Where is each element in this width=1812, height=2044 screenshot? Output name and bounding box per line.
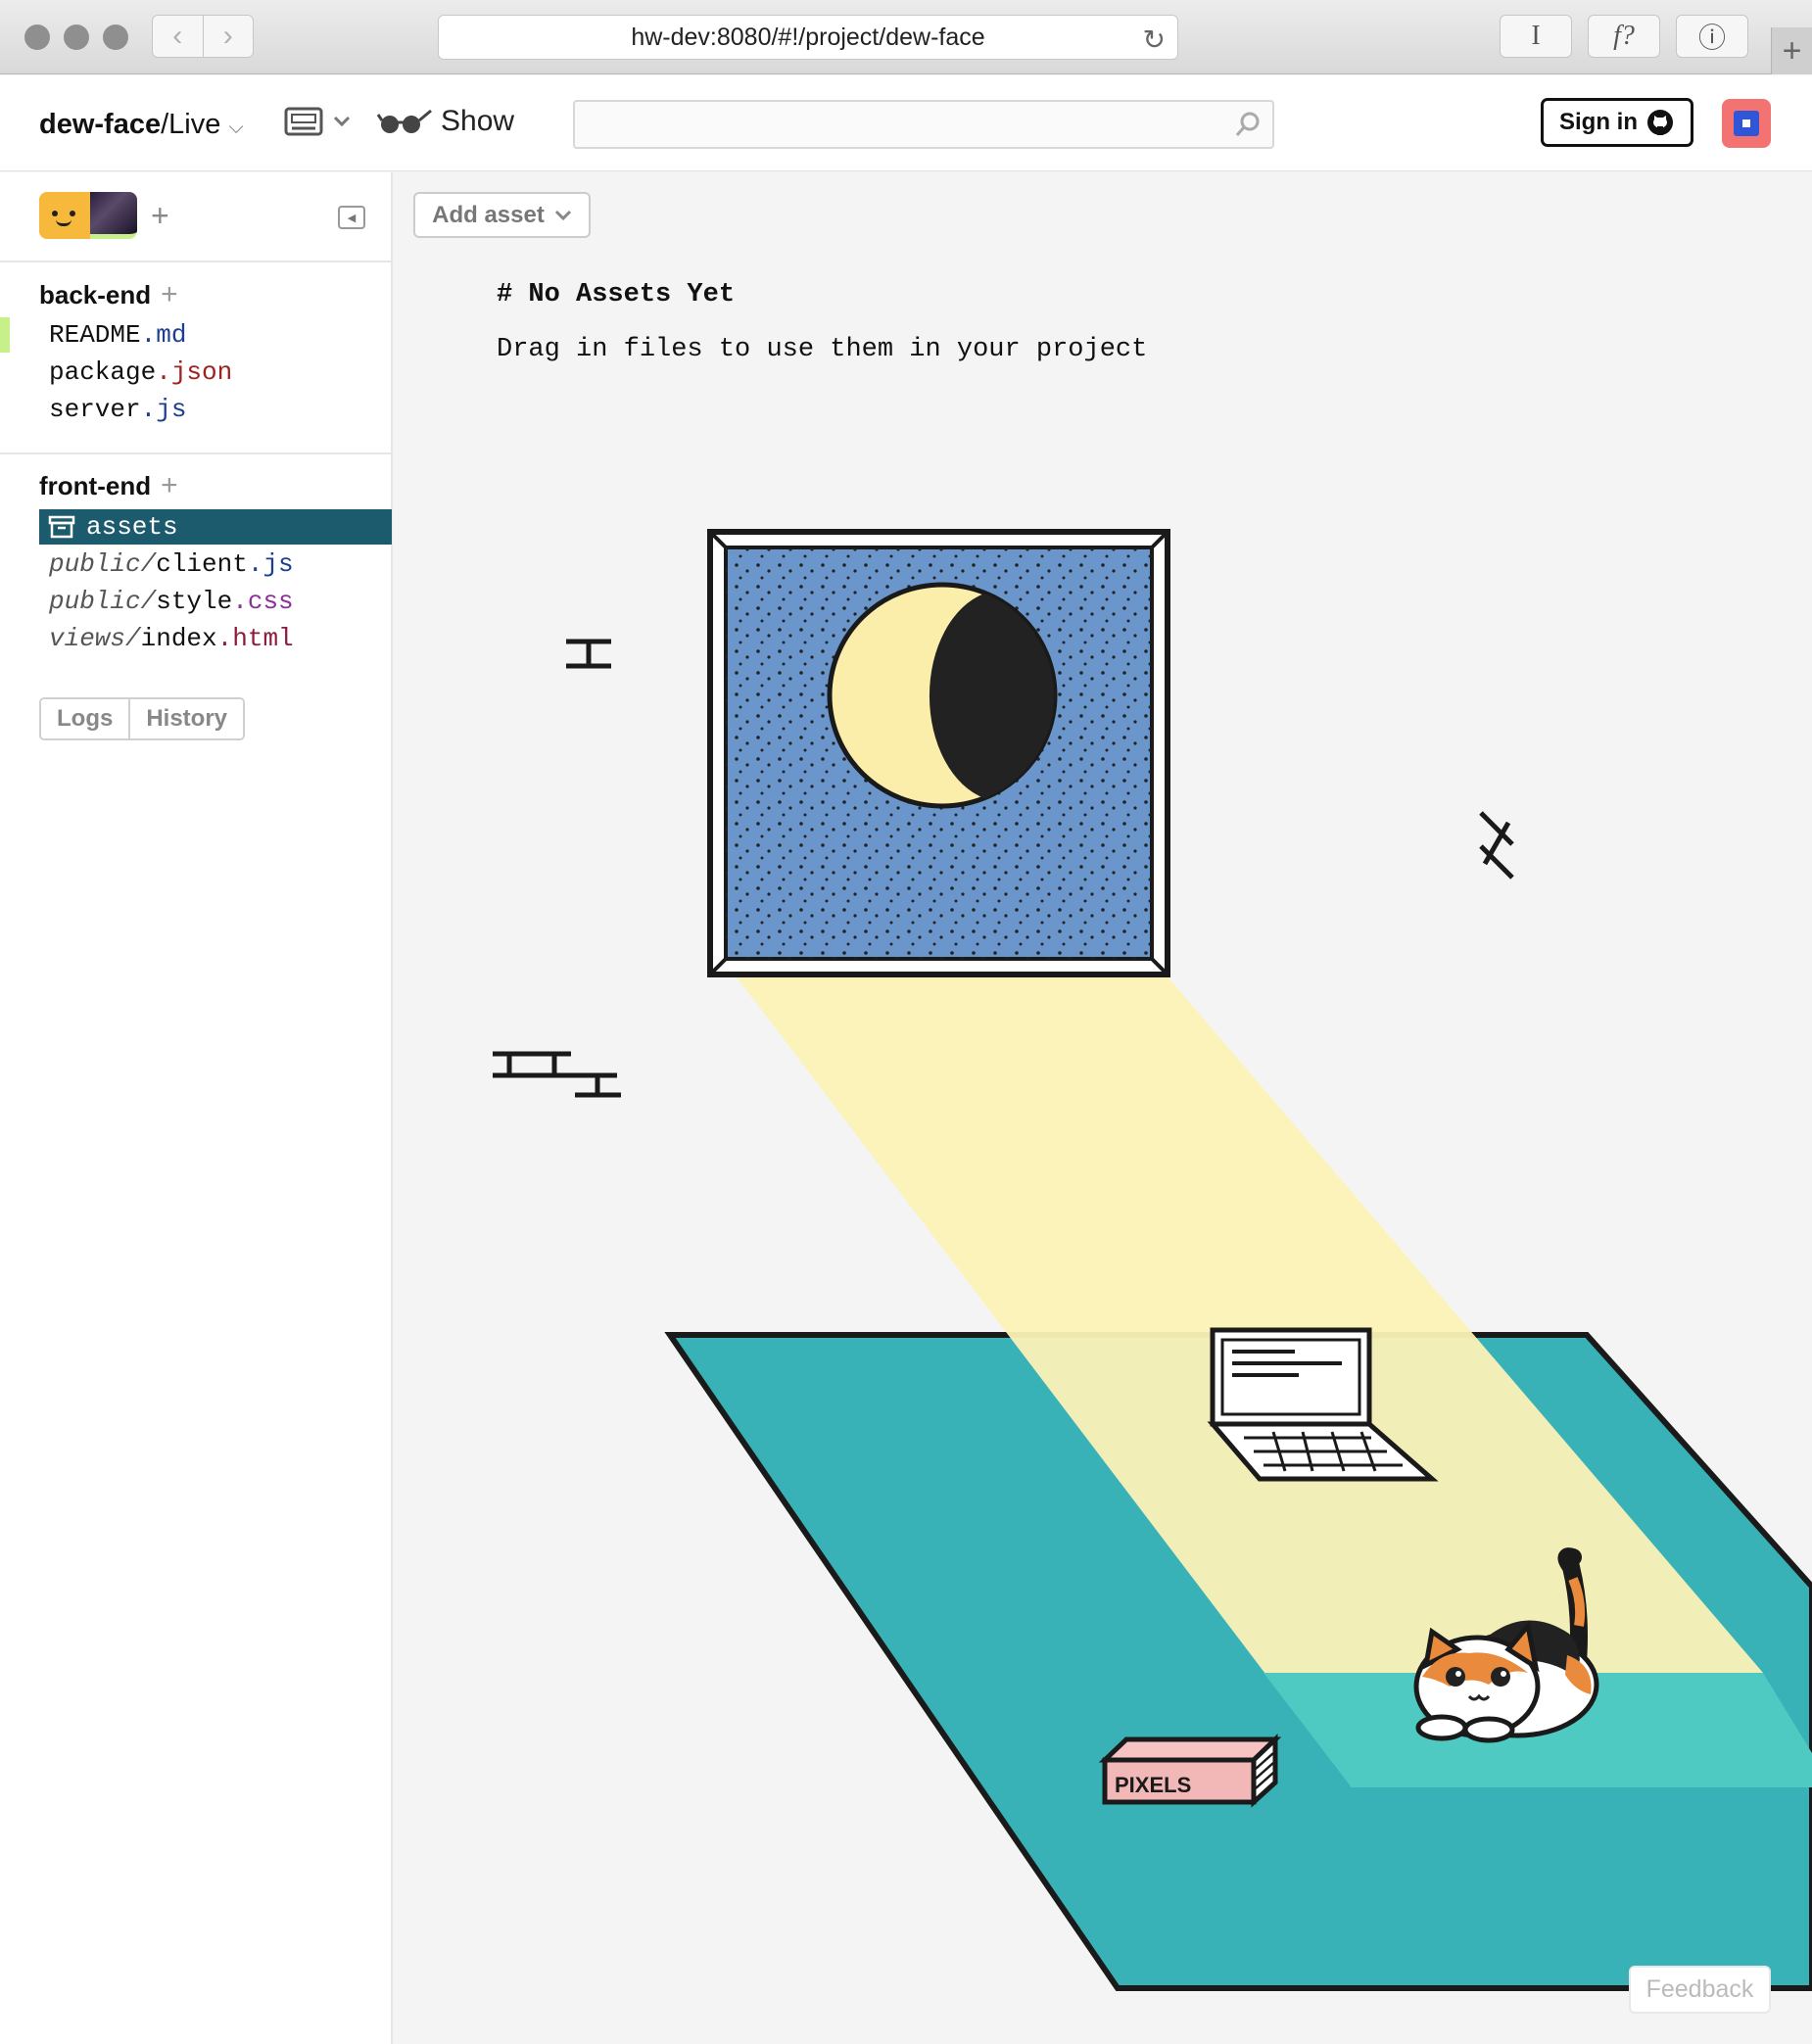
file-client-js[interactable]: public/client .js <box>39 547 392 582</box>
avatar[interactable] <box>39 192 90 239</box>
preview-icon <box>284 107 323 136</box>
file-name: assets <box>86 512 178 542</box>
password-label: ⓘ <box>1697 24 1726 54</box>
search-input[interactable] <box>575 102 1202 147</box>
file-name: index <box>140 624 217 653</box>
address-bar[interactable]: hw-dev:8080/#!/project/dew-face ↻ <box>438 15 1178 60</box>
file-style-css[interactable]: public/style .css <box>39 584 392 619</box>
file-name: client <box>156 549 248 579</box>
minimize-window-button[interactable] <box>64 24 89 50</box>
history-nav: ‹ › <box>152 15 254 58</box>
file-name: style <box>156 587 233 616</box>
file-name: package <box>49 357 157 387</box>
file-name: README <box>49 320 141 350</box>
file-ext: .js <box>247 549 294 579</box>
pixels-box: PIXELS <box>1098 1734 1282 1808</box>
file-package-json[interactable]: package .json <box>39 355 392 390</box>
avatar[interactable] <box>90 192 137 239</box>
moon-icon <box>827 582 1058 809</box>
project-selector[interactable]: dew-face/Live ⌵ <box>39 109 244 141</box>
file-readme[interactable]: README .md <box>39 317 392 353</box>
reload-icon[interactable]: ↻ <box>1143 24 1166 56</box>
close-window-button[interactable] <box>24 24 50 50</box>
zoom-window-button[interactable] <box>103 24 128 50</box>
add-asset-label: Add asset <box>432 201 545 228</box>
file-dir: public/ <box>49 549 157 579</box>
url-text: hw-dev:8080/#!/project/dew-face <box>631 23 985 51</box>
section-title: front-end <box>39 470 152 500</box>
file-server-js[interactable]: server .js <box>39 392 392 427</box>
logs-button[interactable]: Logs <box>41 699 131 738</box>
file-dir: views/ <box>49 624 141 653</box>
box-label: PIXELS <box>1115 1773 1191 1797</box>
search-icon[interactable] <box>1233 110 1263 139</box>
font-button[interactable]: f? <box>1588 15 1660 58</box>
history-button[interactable]: History <box>130 699 244 738</box>
back-button[interactable]: ‹ <box>153 16 204 57</box>
project-suffix: /Live <box>161 109 221 140</box>
project-name: dew-face <box>39 109 162 140</box>
file-ext: .html <box>216 624 294 653</box>
add-file-icon[interactable]: + <box>161 278 178 311</box>
password-extension-button[interactable]: ⓘ <box>1676 15 1748 58</box>
sign-in-label: Sign in <box>1559 109 1638 135</box>
file-index-html[interactable]: views/index .html <box>39 621 392 656</box>
add-asset-button[interactable]: Add asset <box>413 192 591 238</box>
add-collaborator-icon[interactable]: + <box>151 198 169 234</box>
divider <box>0 261 391 262</box>
search-box <box>573 100 1274 149</box>
empty-state-body: Drag in files to use them in your projec… <box>497 335 1148 364</box>
feedback-button[interactable]: Feedback <box>1629 1966 1771 2014</box>
view-toggle[interactable] <box>284 107 351 136</box>
empty-state-title: # No Assets Yet <box>497 280 736 309</box>
browser-toolbar: ‹ › hw-dev:8080/#!/project/dew-face ↻ I … <box>0 0 1812 74</box>
chevron-down-icon: ⌵ <box>228 117 244 138</box>
show-button[interactable]: Show <box>376 105 514 138</box>
reader-button[interactable]: I <box>1500 15 1572 58</box>
current-file-marker <box>0 317 10 353</box>
github-icon <box>1647 110 1673 135</box>
font-label: f? <box>1613 21 1635 51</box>
section-front-end: front-end + <box>39 469 178 502</box>
empty-state-illustration: PIXELS <box>493 529 1812 1991</box>
show-label: Show <box>441 105 515 137</box>
collaborators: + <box>39 192 169 239</box>
user-menu-button[interactable] <box>1722 99 1771 148</box>
chevron-down-icon <box>554 210 571 220</box>
sidebar: + ◀ back-end + README .md package .json se… <box>0 172 393 2044</box>
divider <box>0 452 391 454</box>
archive-icon <box>48 515 75 539</box>
file-ext: .css <box>232 587 294 616</box>
user-avatar <box>1734 111 1759 136</box>
section-title: back-end <box>39 279 152 309</box>
file-assets[interactable]: assets <box>39 509 392 545</box>
log-history-tabs: Logs History <box>39 697 246 740</box>
section-back-end: back-end + <box>39 278 178 311</box>
collapse-sidebar-icon[interactable]: ◀ <box>338 206 365 229</box>
file-name: server <box>49 395 141 424</box>
file-ext: .md <box>140 320 187 350</box>
file-ext: .js <box>140 395 187 424</box>
glasses-icon <box>376 109 432 133</box>
reader-label: I <box>1531 21 1541 51</box>
forward-button[interactable]: › <box>204 16 254 57</box>
sign-in-button[interactable]: Sign in <box>1541 98 1693 147</box>
chevron-down-icon <box>333 116 351 127</box>
app-header: dew-face/Live ⌵ Show Sign in <box>0 75 1812 171</box>
new-tab-button[interactable]: + <box>1771 27 1812 74</box>
file-ext: .json <box>156 357 233 387</box>
file-dir: public/ <box>49 587 157 616</box>
add-file-icon[interactable]: + <box>161 469 178 502</box>
